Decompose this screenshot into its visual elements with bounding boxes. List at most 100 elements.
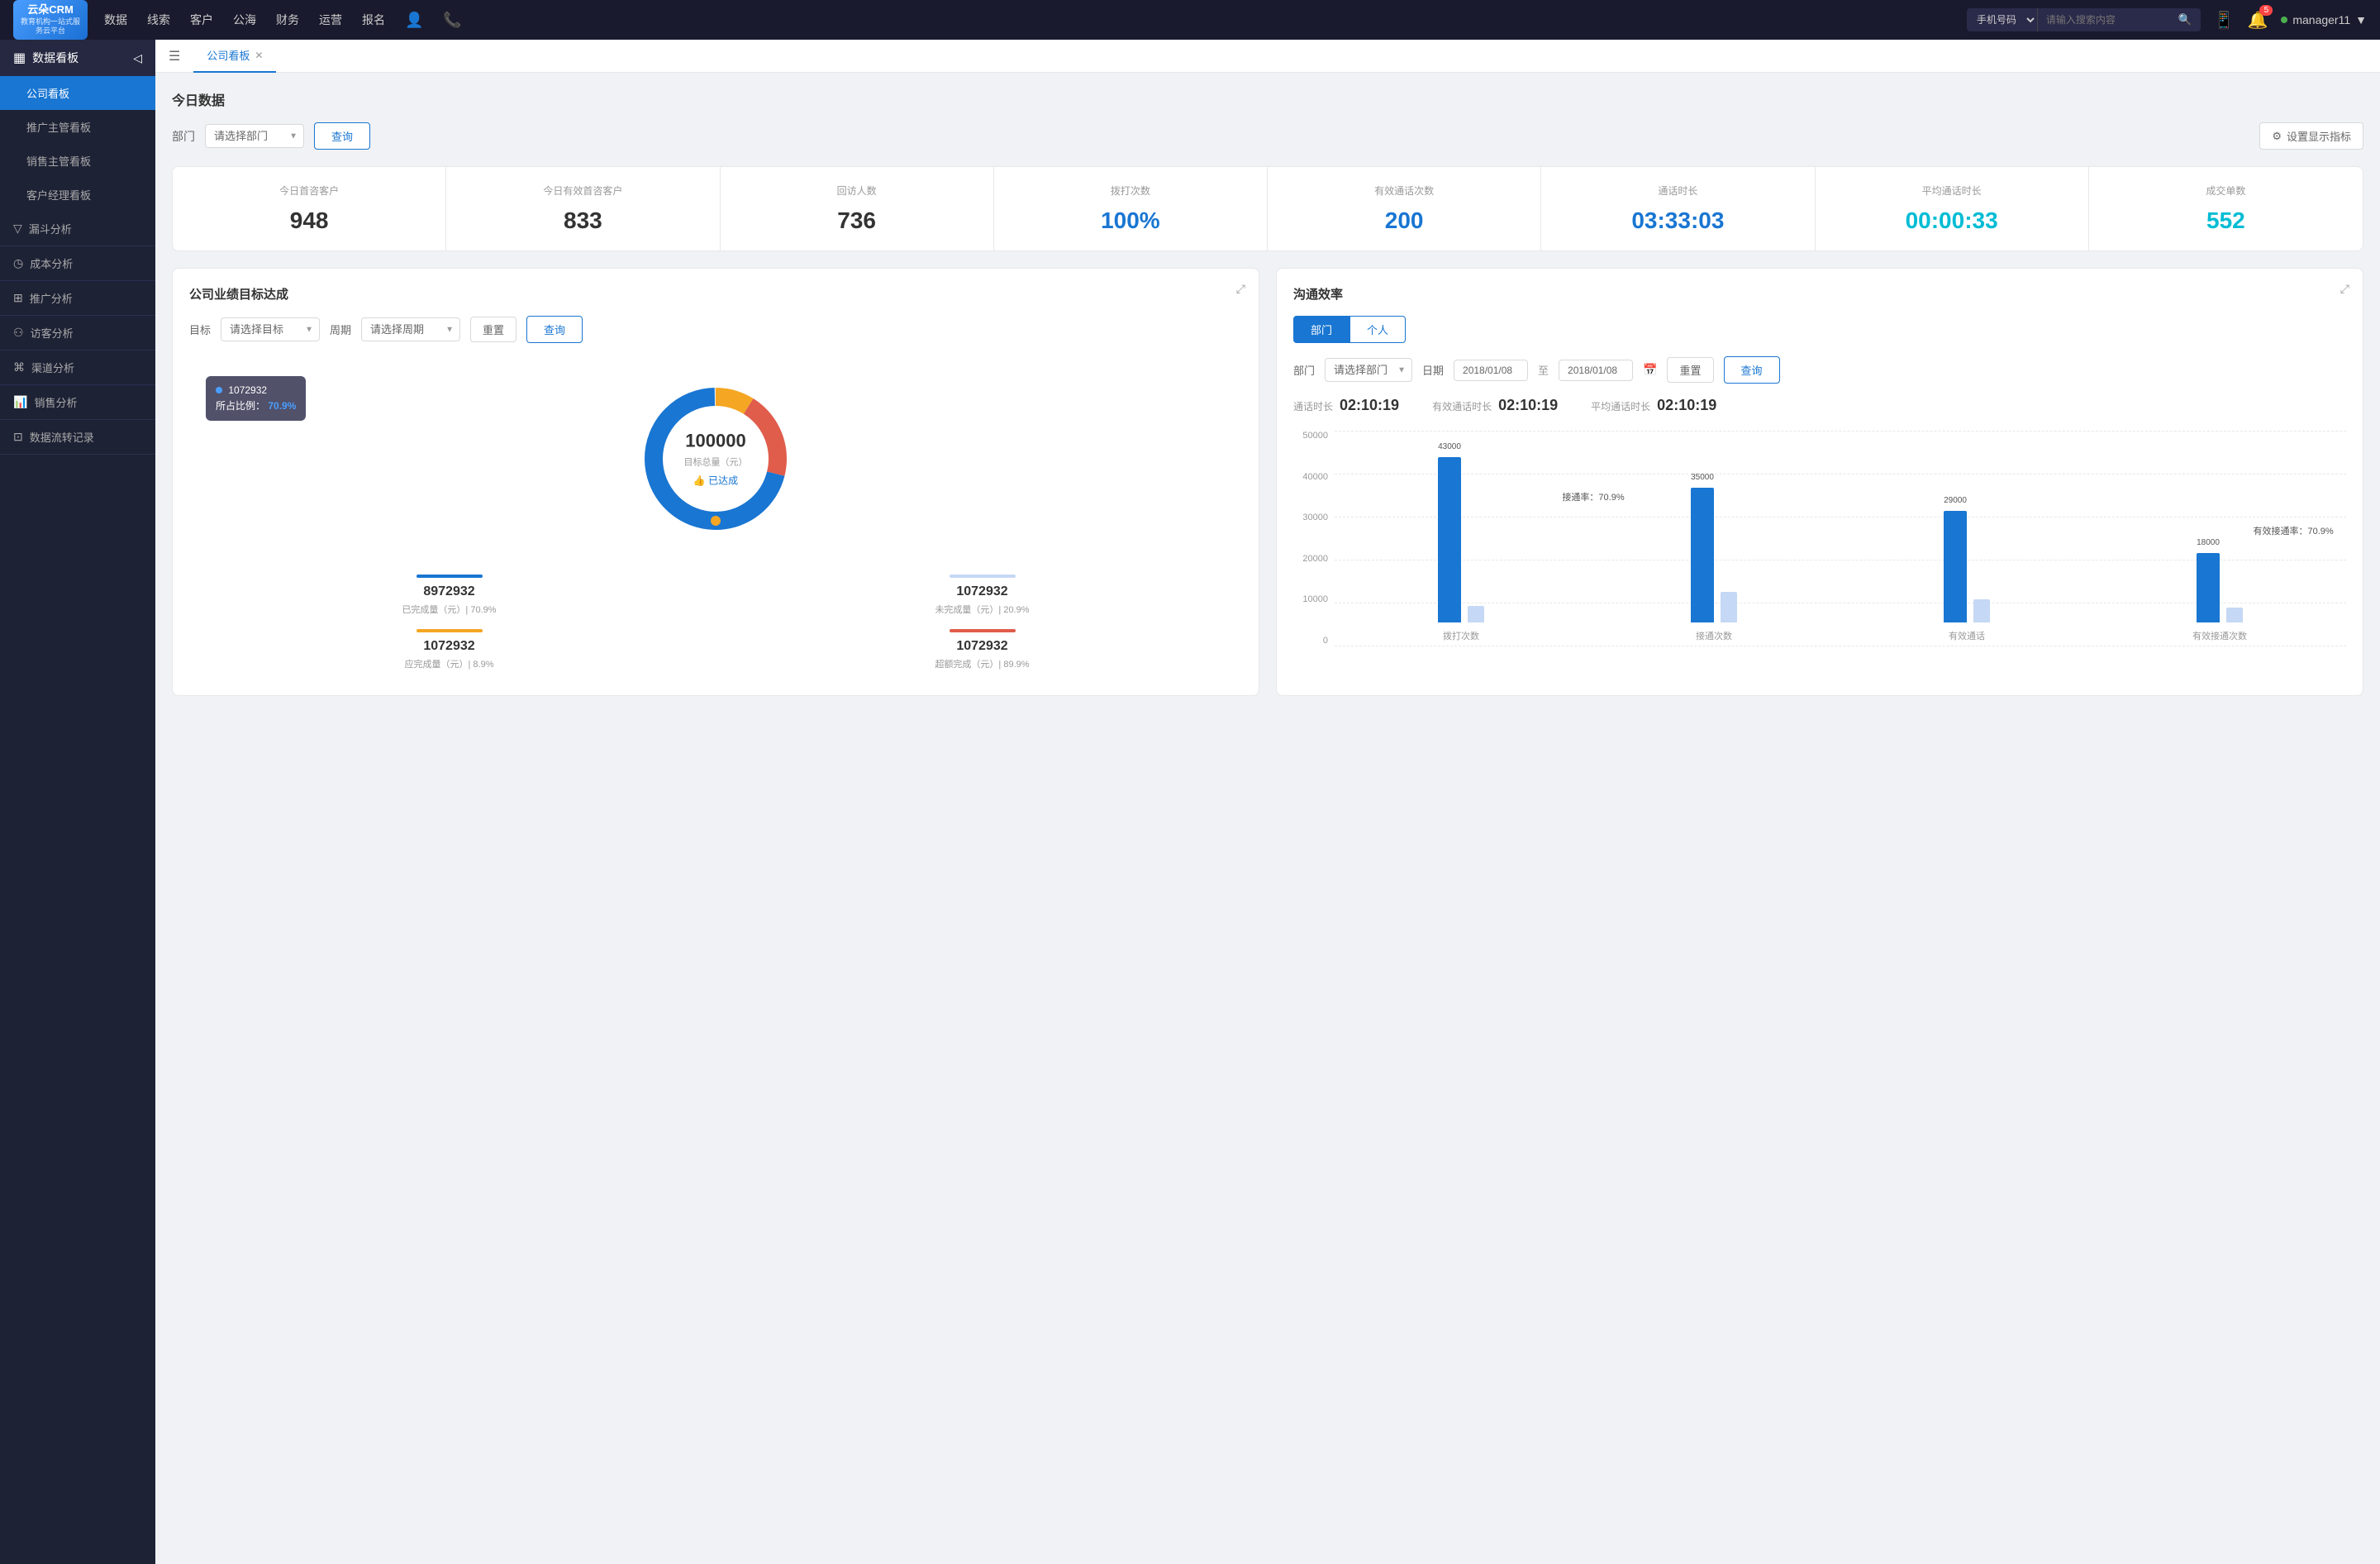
- nav-customers[interactable]: 客户: [190, 8, 213, 32]
- sidebar-funnel-header[interactable]: ▽ 漏斗分析: [0, 212, 155, 246]
- search-type-select[interactable]: 手机号码: [1967, 8, 2038, 31]
- stat-label-3: 拨打次数: [1007, 184, 1254, 198]
- calendar-icon[interactable]: 📅: [1643, 363, 1657, 377]
- stat-label-6: 平均通话时长: [1829, 184, 2075, 198]
- dept-select-wrapper: 请选择部门: [205, 124, 304, 148]
- bar-group-2: 29000 有效通话: [1840, 431, 2093, 642]
- sidebar-item-company-board[interactable]: 公司看板: [0, 76, 155, 110]
- goal-stat-value-incomplete: 1072932: [722, 584, 1242, 599]
- stat-value-7: 552: [2102, 207, 2349, 234]
- comm-card-expand-icon[interactable]: ⤢: [2340, 282, 2349, 296]
- goal-period-select[interactable]: 请选择周期: [361, 317, 460, 341]
- notification-badge: 5: [2259, 5, 2273, 16]
- sidebar-cost-header[interactable]: ◷ 成本分析: [0, 246, 155, 280]
- y-label-10000: 10000: [1302, 594, 1328, 604]
- goal-stat-label-incomplete: 未完成量（元）| 20.9%: [722, 603, 1242, 616]
- goal-stat-bar-over: [950, 629, 1016, 632]
- stat-card-3: 拨打次数 100%: [994, 167, 1268, 250]
- comm-dept-label: 部门: [1293, 362, 1315, 378]
- nav-public-sea[interactable]: 公海: [233, 8, 256, 32]
- top-navigation: 云朵CRM 教育机构一站式服务云平台 数据 线索 客户 公海 财务 运营 报名 …: [0, 0, 2380, 40]
- nav-operations[interactable]: 运营: [319, 8, 342, 32]
- device-icon[interactable]: 📱: [2214, 10, 2235, 31]
- stat-card-6: 平均通话时长 00:00:33: [1816, 167, 2089, 250]
- x-label-3: 有效接通次数: [2192, 629, 2247, 642]
- menu-toggle-icon[interactable]: ☰: [169, 48, 180, 64]
- comm-reset-button[interactable]: 重置: [1667, 357, 1713, 383]
- bar-label-18000: 18000: [2197, 538, 2220, 547]
- tab-company-board[interactable]: 公司看板 ✕: [193, 40, 276, 73]
- sidebar-channel-header[interactable]: ⌘ 渠道分析: [0, 350, 155, 384]
- bar-group-3-bars: 18000: [2197, 553, 2243, 622]
- sidebar-group-data-flow: ⊡ 数据流转记录: [0, 420, 155, 455]
- comm-tab-dept[interactable]: 部门: [1293, 316, 1349, 343]
- comm-date-end[interactable]: [1559, 360, 1633, 381]
- sidebar-sales-label: 销售分析: [34, 394, 77, 410]
- nav-leads[interactable]: 线索: [147, 8, 170, 32]
- sidebar-collapse-icon[interactable]: ◁: [133, 51, 142, 65]
- sidebar-visitor-header[interactable]: ⚇ 访客分析: [0, 316, 155, 350]
- goal-reset-button[interactable]: 重置: [470, 317, 516, 342]
- app-logo: 云朵CRM 教育机构一站式服务云平台: [13, 3, 88, 36]
- comm-dept-select[interactable]: 请选择部门: [1325, 358, 1412, 382]
- comm-stat-avg-duration: 平均通话时长 02:10:19: [1591, 397, 1716, 414]
- bar-effective-connect-main: [2197, 553, 2220, 622]
- bar-chart: 50000 40000 30000 20000 10000 0: [1293, 431, 2346, 679]
- donut-center-value: 100000: [684, 431, 748, 452]
- goal-stat-should-complete: 1072932 应完成量（元）| 8.9%: [189, 629, 709, 670]
- today-query-button[interactable]: 查询: [314, 122, 370, 150]
- goal-card-expand-icon[interactable]: ⤢: [1236, 282, 1245, 296]
- bar-label-35000: 35000: [1691, 473, 1714, 482]
- goal-stat-value-over: 1072932: [722, 639, 1242, 654]
- goal-stat-bar-completed: [416, 575, 483, 578]
- comm-date-start[interactable]: [1454, 360, 1528, 381]
- sidebar-section-header[interactable]: ▦ 数据看板 ◁: [0, 40, 155, 76]
- nav-finance[interactable]: 财务: [276, 8, 299, 32]
- stat-card-0: 今日首咨客户 948: [173, 167, 446, 250]
- dept-select[interactable]: 请选择部门: [205, 124, 304, 148]
- y-label-0: 0: [1323, 636, 1328, 646]
- bar-connect-sub: [1721, 592, 1737, 622]
- y-label-40000: 40000: [1302, 472, 1328, 482]
- tooltip-label: 1072932: [228, 384, 267, 396]
- stat-label-5: 通话时长: [1554, 184, 1801, 198]
- comm-tab-personal[interactable]: 个人: [1349, 316, 1406, 343]
- date-separator: 至: [1538, 362, 1549, 378]
- sidebar-item-promotion-board[interactable]: 推广主管看板: [0, 110, 155, 144]
- nav-phone-icon[interactable]: 📞: [443, 8, 461, 32]
- nav-signup[interactable]: 报名: [362, 8, 385, 32]
- notification-icon[interactable]: 🔔 5: [2247, 10, 2268, 31]
- comm-query-button[interactable]: 查询: [1724, 356, 1780, 384]
- x-label-0: 拨打次数: [1443, 629, 1479, 642]
- sidebar-group-funnel: ▽ 漏斗分析: [0, 212, 155, 246]
- tab-close-icon[interactable]: ✕: [255, 50, 263, 61]
- tooltip-ratio-label: 所占比例：: [216, 400, 265, 412]
- goal-stat-label-completed: 已完成量（元）| 70.9%: [189, 603, 709, 616]
- comm-stat-label-0: 通话时长: [1293, 399, 1333, 413]
- sidebar-group-cost: ◷ 成本分析: [0, 246, 155, 281]
- sidebar-dataflow-header[interactable]: ⊡ 数据流转记录: [0, 420, 155, 454]
- nav-person-icon[interactable]: 👤: [405, 8, 423, 32]
- sidebar-item-sales-board[interactable]: 销售主管看板: [0, 144, 155, 178]
- comm-stat-value-1: 02:10:19: [1498, 397, 1558, 414]
- sidebar-sales-header[interactable]: 📊 销售分析: [0, 385, 155, 419]
- nav-data[interactable]: 数据: [104, 8, 127, 32]
- dataflow-icon: ⊡: [13, 430, 23, 444]
- bar-effective-main: [1944, 511, 1967, 622]
- settings-button[interactable]: ⚙ 设置显示指标: [2259, 122, 2363, 150]
- annotation-effective-rate: 有效接通率：70.9%: [2254, 524, 2334, 537]
- goal-query-button[interactable]: 查询: [526, 316, 583, 343]
- goal-stat-value-should: 1072932: [189, 639, 709, 654]
- goal-target-select[interactable]: 请选择目标: [221, 317, 320, 341]
- user-info[interactable]: manager11 ▼: [2281, 13, 2367, 26]
- comm-dept-select-wrapper: 请选择部门: [1325, 358, 1412, 382]
- sidebar-item-customer-board[interactable]: 客户经理看板: [0, 178, 155, 212]
- goal-stat-completed: 8972932 已完成量（元）| 70.9%: [189, 575, 709, 616]
- search-button[interactable]: 🔍: [2170, 8, 2201, 31]
- y-label-30000: 30000: [1302, 513, 1328, 522]
- search-input[interactable]: [2038, 9, 2170, 31]
- sidebar-promotion-header[interactable]: ⊞ 推广分析: [0, 281, 155, 315]
- stat-value-6: 00:00:33: [1829, 207, 2075, 234]
- goal-stat-bar-should: [416, 629, 483, 632]
- main-content: ☰ 公司看板 ✕ 今日数据 部门 请选择部门 查询: [155, 40, 2380, 1564]
